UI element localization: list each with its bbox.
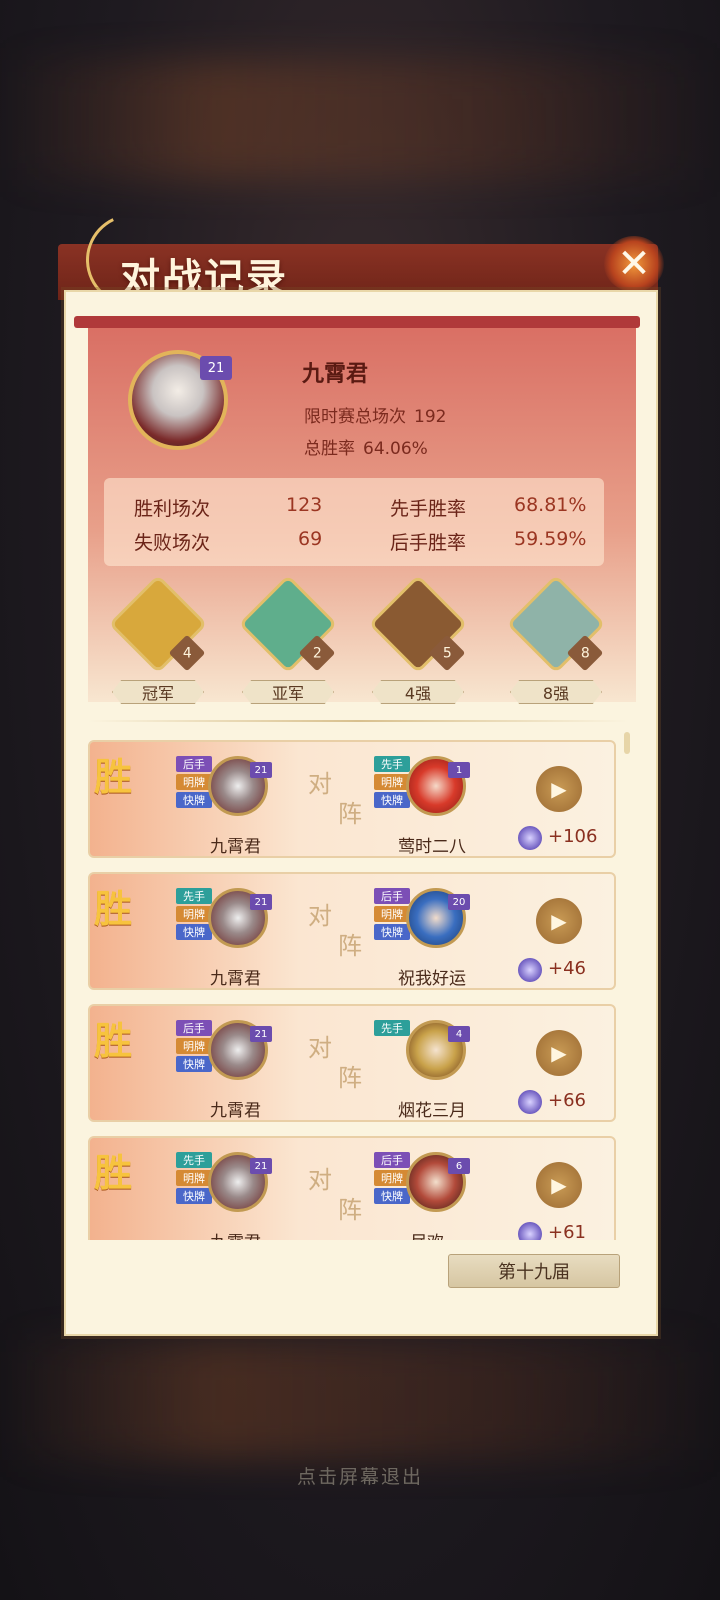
close-icon: ✕ [617,241,651,287]
me-open-tag: 明牌 [176,1170,212,1186]
replay-button[interactable]: ▶ [536,766,582,812]
me-name: 九霄君 [210,1101,261,1121]
opponent-name: 祝我好运 [398,969,466,989]
player-name: 九霄君 [302,361,369,387]
second-move-winrate-value: 59.59% [514,528,587,550]
score-change: +46 [548,958,586,979]
me-name: 九霄君 [210,1228,261,1240]
opp-speed-tag: 快牌 [374,924,410,940]
total-winrate-value: 64.06% [363,439,428,459]
match-list[interactable]: 胜 后手 明牌 快牌 21 九霄君 对阵 先手 明牌 快牌 1 莺时二八 ▶ +… [88,738,632,1240]
me-level-badge: 21 [250,1026,272,1042]
me-open-tag: 明牌 [176,906,212,922]
scroll-rod [74,316,640,328]
wins-label: 胜利场次 [134,498,211,520]
runner-up-label: 亚军 [242,680,334,704]
score-orb-icon [518,1090,542,1114]
opp-level-badge: 20 [448,894,470,910]
champion-medal: 4 [108,574,208,674]
tap-to-exit-hint[interactable]: 点击屏幕退出 [0,1462,720,1489]
play-icon: ▶ [551,777,567,801]
replay-button[interactable]: ▶ [536,1030,582,1076]
me-name: 九霄君 [210,837,261,857]
season-select-button[interactable]: 第十九届 [448,1254,620,1288]
losses-value: 69 [298,528,323,550]
opp-open-tag: 明牌 [374,774,410,790]
me-name: 九霄君 [210,969,261,989]
me-order-tag: 先手 [176,888,212,904]
vs-mark: 对阵 [308,770,362,828]
play-icon: ▶ [551,1041,567,1065]
total-matches-label: 限时赛总场次 [304,407,406,427]
score-orb-icon [518,826,542,850]
me-open-tag: 明牌 [176,1038,212,1054]
total-winrate-label: 总胜率 [304,439,355,459]
me-level-badge: 21 [250,762,272,778]
total-matches: 限时赛总场次 192 [304,402,446,427]
match-card[interactable]: 胜 后手 明牌 快牌 21 九霄君 对阵 先手 明牌 快牌 1 莺时二八 ▶ +… [88,740,616,858]
vs-mark: 对阵 [308,1034,362,1092]
me-speed-tag: 快牌 [176,924,212,940]
me-level-badge: 21 [250,894,272,910]
opp-level-badge: 1 [448,762,470,778]
opp-order-tag: 先手 [374,1020,410,1036]
second-move-winrate-label: 后手胜率 [390,532,467,554]
me-speed-tag: 快牌 [176,1188,212,1204]
vs-mark: 对阵 [308,902,362,960]
score-change: +66 [548,1090,586,1111]
opp-order-tag: 先手 [374,756,410,772]
background-swirl [0,60,720,180]
losses-label: 失败场次 [134,532,211,554]
wins-value: 123 [286,494,323,516]
me-open-tag: 明牌 [176,774,212,790]
opp-open-tag: 明牌 [374,906,410,922]
me-speed-tag: 快牌 [176,792,212,808]
result-label: 胜 [94,754,133,799]
top8-medal: 8 [506,574,606,674]
opp-level-badge: 4 [448,1026,470,1042]
opponent-name: 烟花三月 [398,1101,466,1121]
background-swirl [0,1340,720,1460]
me-order-tag: 后手 [176,1020,212,1036]
score-orb-icon [518,958,542,982]
play-icon: ▶ [551,1173,567,1197]
total-winrate: 总胜率 64.06% [304,434,428,459]
player-level-badge: 21 [200,356,232,380]
opp-order-tag: 后手 [374,1152,410,1168]
match-card[interactable]: 胜 后手 明牌 快牌 21 九霄君 对阵 先手 4 烟花三月 ▶ +66 [88,1004,616,1122]
result-label: 胜 [94,1018,133,1063]
first-move-winrate-value: 68.81% [514,494,587,516]
me-level-badge: 21 [250,1158,272,1174]
close-button[interactable]: ✕ [604,236,664,292]
me-speed-tag: 快牌 [176,1056,212,1072]
play-icon: ▶ [551,909,567,933]
vs-mark: 对阵 [308,1166,362,1224]
champion-label: 冠军 [112,680,204,704]
top4-label: 4强 [372,680,464,704]
score-change: +106 [548,826,598,847]
match-card[interactable]: 胜 先手 明牌 快牌 21 九霄君 对阵 后手 明牌 快牌 6 尽欢 ▶ +61 [88,1136,616,1240]
result-label: 胜 [94,1150,133,1195]
section-divider [88,720,628,722]
opponent-name: 尽欢 [410,1228,444,1240]
replay-button[interactable]: ▶ [536,1162,582,1208]
first-move-winrate-label: 先手胜率 [390,498,467,520]
score-orb-icon [518,1222,542,1240]
opp-speed-tag: 快牌 [374,792,410,808]
score-change: +61 [548,1222,586,1240]
me-order-tag: 先手 [176,1152,212,1168]
opp-order-tag: 后手 [374,888,410,904]
total-matches-value: 192 [414,407,447,427]
result-label: 胜 [94,886,133,931]
opp-speed-tag: 快牌 [374,1188,410,1204]
top8-label: 8强 [510,680,602,704]
runner-up-medal: 2 [238,574,338,674]
match-card[interactable]: 胜 先手 明牌 快牌 21 九霄君 对阵 后手 明牌 快牌 20 祝我好运 ▶ … [88,872,616,990]
opponent-name: 莺时二八 [398,837,466,857]
opp-level-badge: 6 [448,1158,470,1174]
me-order-tag: 后手 [176,756,212,772]
replay-button[interactable]: ▶ [536,898,582,944]
top4-medal: 5 [368,574,468,674]
opp-open-tag: 明牌 [374,1170,410,1186]
